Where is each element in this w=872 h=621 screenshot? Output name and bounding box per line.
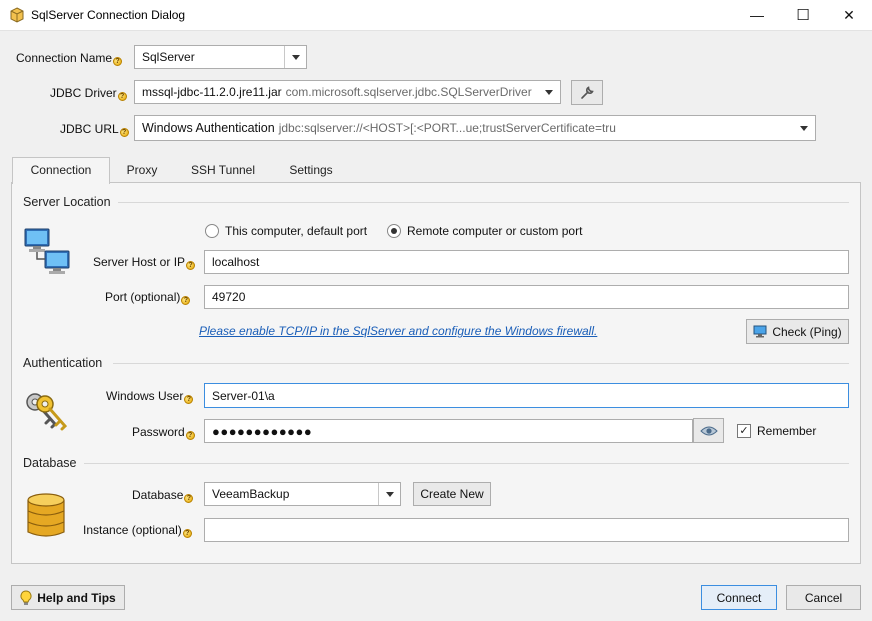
connection-name-label: Connection Name? [16,51,123,66]
wrench-icon [581,85,594,99]
keys-icon [26,393,68,431]
help-icon[interactable]: ? [181,296,191,305]
jdbc-url-combo[interactable]: Windows Authentication jdbc:sqlserver://… [134,115,816,141]
radio-default-port[interactable] [205,224,219,238]
chevron-down-icon[interactable] [538,81,560,103]
network-computers-icon [24,228,70,274]
help-icon[interactable]: ? [182,529,192,538]
help-icon[interactable]: ? [119,128,129,137]
authentication-heading: Authentication [23,356,103,370]
cancel-button[interactable]: Cancel [786,585,861,610]
driver-settings-button[interactable] [571,80,603,105]
password-input[interactable]: ●●●●●●●●●●●● [204,419,693,443]
instance-label: Instance (optional)? [83,523,192,538]
instance-input[interactable] [204,518,849,542]
radio-remote-port[interactable] [387,224,401,238]
divider [118,202,849,203]
jdbc-url-label: JDBC URL? [60,122,129,137]
database-label: Database? [132,488,194,503]
help-icon[interactable]: ? [185,431,195,440]
jdbc-driver-label: JDBC Driver? [50,86,127,101]
app-icon [10,7,24,23]
help-icon[interactable]: ? [117,92,127,101]
chevron-down-icon[interactable] [378,483,400,505]
tcp-ip-help-link[interactable]: Please enable TCP/IP in the SqlServer an… [199,324,597,338]
check-ping-button[interactable]: Check (Ping) [746,319,849,344]
server-host-input[interactable]: localhost [204,250,849,274]
title-bar: SqlServer Connection Dialog — ☐ ✕ [0,0,872,31]
tab-connection[interactable]: Connection [12,157,110,183]
eye-icon [699,426,718,435]
create-new-button[interactable]: Create New [413,482,491,506]
remember-checkbox[interactable]: ✓ [737,424,751,438]
radio-remote-port-label[interactable]: Remote computer or custom port [407,224,582,238]
database-heading: Database [23,456,77,470]
connection-panel [11,182,861,564]
server-host-label: Server Host or IP? [93,255,196,270]
connect-button[interactable]: Connect [701,585,777,610]
lightbulb-icon [20,589,32,605]
help-icon[interactable]: ? [113,57,123,66]
divider [113,363,849,364]
connection-name-combo[interactable]: SqlServer [134,45,307,69]
password-label: Password? [132,425,195,440]
database-combo[interactable]: VeeamBackup [204,482,401,506]
window-title: SqlServer Connection Dialog [31,8,186,22]
show-password-button[interactable] [693,418,724,443]
tab-proxy[interactable]: Proxy [114,157,170,183]
remember-label[interactable]: Remember [757,424,816,438]
database-icon [27,493,65,537]
help-and-tips-button[interactable]: Help and Tips [11,585,125,610]
minimize-button[interactable]: — [734,0,780,30]
server-location-heading: Server Location [23,195,111,209]
port-input[interactable]: 49720 [204,285,849,309]
divider [84,463,849,464]
monitor-icon [753,325,767,338]
maximize-button[interactable]: ☐ [780,0,826,30]
help-icon[interactable]: ? [186,261,196,270]
radio-default-port-label[interactable]: This computer, default port [225,224,367,238]
help-icon[interactable]: ? [184,494,194,503]
jdbc-driver-combo[interactable]: mssql-jdbc-11.2.0.jre11.jar com.microsof… [134,80,561,104]
tab-ssh-tunnel[interactable]: SSH Tunnel [180,157,266,183]
close-button[interactable]: ✕ [826,0,872,30]
chevron-down-icon[interactable] [284,46,306,68]
help-icon[interactable]: ? [184,395,194,404]
windows-user-label: Windows User? [106,389,194,404]
windows-user-input[interactable]: Server-01\a [204,383,849,408]
chevron-down-icon[interactable] [793,116,815,140]
port-label: Port (optional)? [105,290,191,305]
tab-settings[interactable]: Settings [276,157,346,183]
